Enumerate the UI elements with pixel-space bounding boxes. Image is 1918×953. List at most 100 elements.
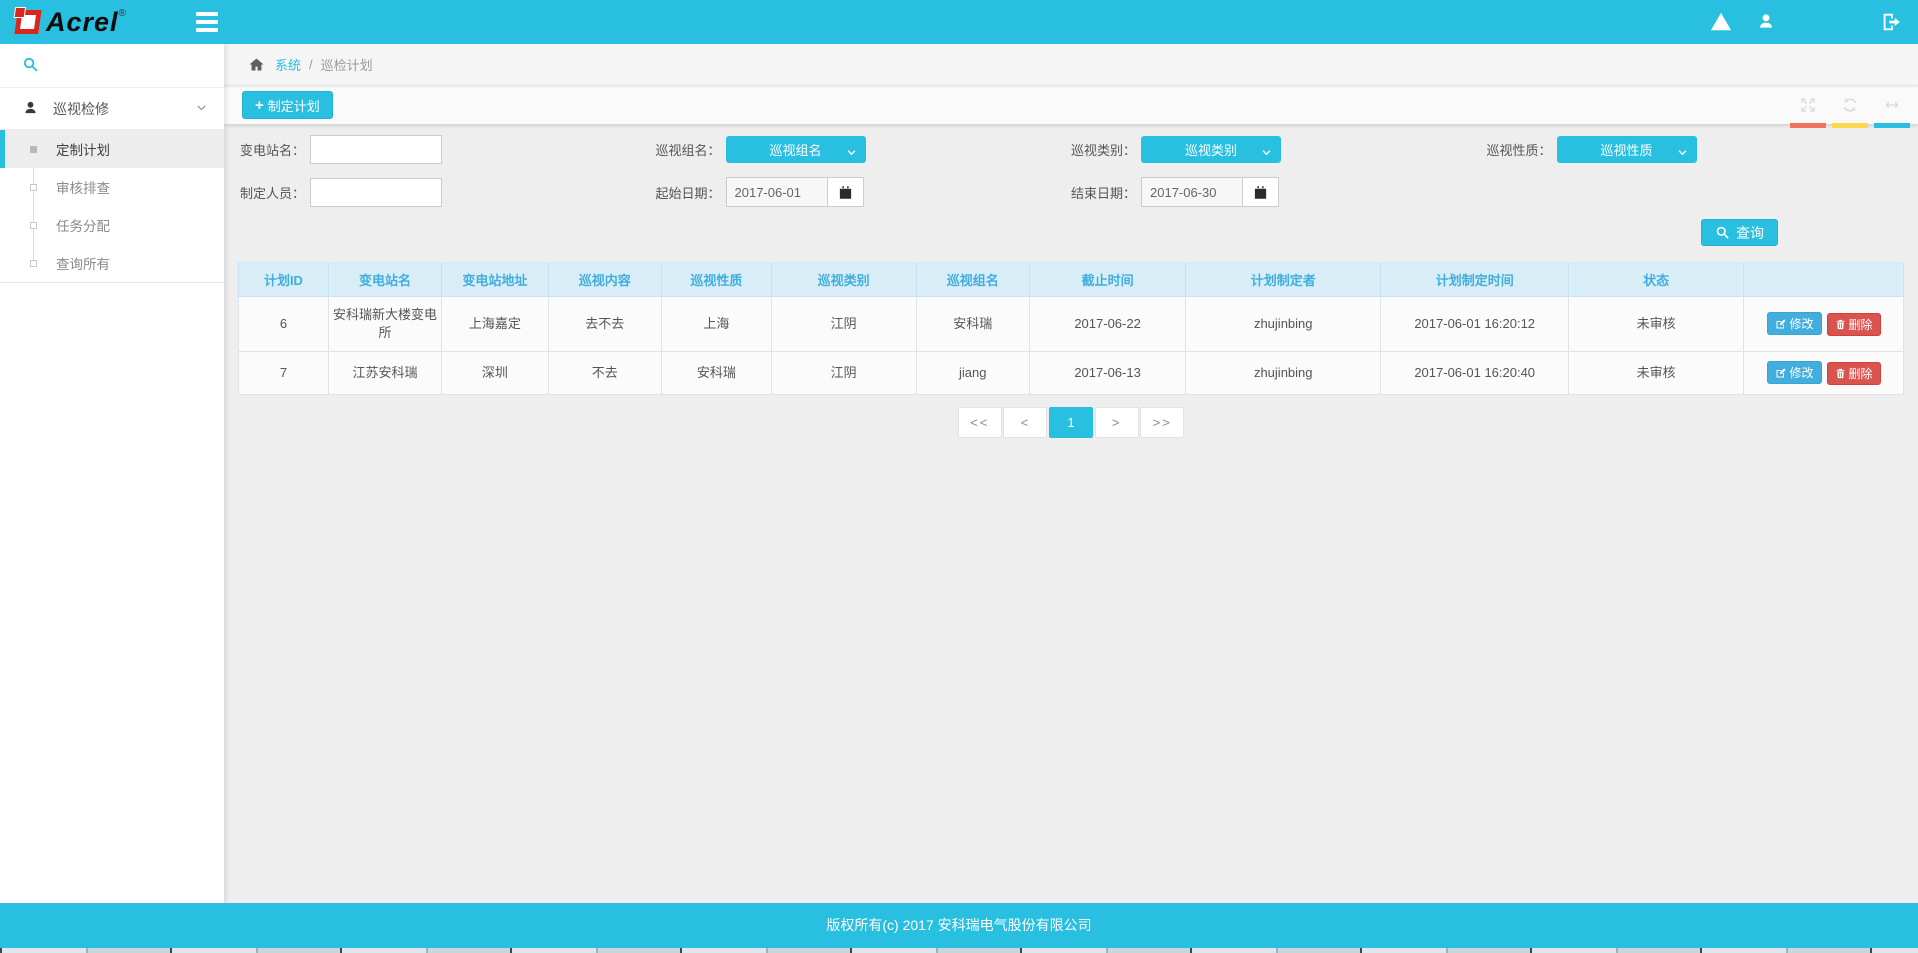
collapse-horizontal-icon[interactable] xyxy=(1872,86,1912,124)
field-end-date: 结束日期： xyxy=(1071,177,1487,207)
page-first-button[interactable]: << xyxy=(958,407,1002,438)
delete-button[interactable]: 删除 xyxy=(1827,313,1881,336)
col-station-address: 变电站地址 xyxy=(442,263,549,297)
trash-icon xyxy=(1835,319,1846,330)
acrel-logo: Acrel ® xyxy=(16,6,126,38)
page-last-button[interactable]: >> xyxy=(1140,407,1184,438)
page-1-button[interactable]: 1 xyxy=(1049,407,1093,438)
cell-actions: 修改 删除 xyxy=(1744,352,1904,395)
sidebar-item-custom-plan[interactable]: 定制计划 xyxy=(0,130,224,168)
filter-spacer xyxy=(1487,177,1903,207)
bullet-icon xyxy=(30,260,37,267)
cell-patrol-group: jiang xyxy=(916,352,1029,395)
taskbar-strip xyxy=(0,948,1918,953)
user-icon[interactable] xyxy=(1756,11,1778,33)
cell-created-time: 2017-06-01 16:20:12 xyxy=(1381,297,1569,352)
sidebar-item-label: 定制计划 xyxy=(56,139,110,159)
cell-patrol-content: 不去 xyxy=(548,352,661,395)
col-deadline: 截止时间 xyxy=(1029,263,1186,297)
sidebar: 巡视检修 定制计划 审核排查 任务分配 查询所有 xyxy=(0,44,224,903)
panel-controls xyxy=(1786,86,1912,124)
home-icon[interactable] xyxy=(248,56,265,76)
field-station-name: 变电站名： xyxy=(240,134,656,164)
edit-icon xyxy=(1775,367,1787,379)
edit-button[interactable]: 修改 xyxy=(1767,312,1822,335)
start-date-input[interactable] xyxy=(726,177,828,207)
page-prev-button[interactable]: < xyxy=(1003,407,1047,438)
start-date-label: 起始日期： xyxy=(656,183,721,202)
menu-toggle-icon[interactable] xyxy=(196,12,220,32)
breadcrumb-current: 巡检计划 xyxy=(321,55,373,74)
calendar-icon[interactable] xyxy=(828,177,864,207)
registered-mark: ® xyxy=(119,8,126,19)
trash-icon xyxy=(1835,368,1846,379)
cell-station-name: 江苏安科瑞 xyxy=(328,352,441,395)
cell-status: 未审核 xyxy=(1569,297,1744,352)
end-date-input[interactable] xyxy=(1141,177,1243,207)
sidebar-item-label: 任务分配 xyxy=(56,215,110,235)
calendar-icon[interactable] xyxy=(1243,177,1279,207)
edit-button-label: 修改 xyxy=(1790,364,1814,381)
logout-icon[interactable] xyxy=(1880,11,1902,33)
cell-status: 未审核 xyxy=(1569,352,1744,395)
field-creator: 制定人员： xyxy=(240,177,656,207)
expand-icon[interactable] xyxy=(1788,86,1828,124)
search-row: 查询 xyxy=(224,207,1918,256)
chevron-down-icon xyxy=(195,101,208,117)
cell-patrol-nature: 安科瑞 xyxy=(661,352,771,395)
query-button[interactable]: 查询 xyxy=(1701,219,1778,246)
sidebar-menu-label: 巡视检修 xyxy=(53,99,195,119)
create-plan-button[interactable]: + 制定计划 xyxy=(242,91,333,119)
col-patrol-nature: 巡视性质 xyxy=(661,263,771,297)
patrol-category-value: 巡视类别 xyxy=(1185,140,1237,159)
sidebar-item-label: 审核排查 xyxy=(56,177,110,197)
field-patrol-nature: 巡视性质： 巡视性质 xyxy=(1487,134,1903,164)
field-patrol-category: 巡视类别： 巡视类别 xyxy=(1071,134,1487,164)
patrol-nature-value: 巡视性质 xyxy=(1601,140,1653,159)
sidebar-menu-inspection[interactable]: 巡视检修 xyxy=(0,88,224,130)
cell-station-name: 安科瑞新大楼变电所 xyxy=(328,297,441,352)
cell-actions: 修改 删除 xyxy=(1744,297,1904,352)
edit-icon xyxy=(1775,318,1787,330)
toolbar: + 制定计划 xyxy=(224,86,1918,124)
main-content: + 制定计划 变电站名： 巡视组名： xyxy=(224,86,1918,903)
col-patrol-content: 巡视内容 xyxy=(548,263,661,297)
cell-patrol-content: 去不去 xyxy=(548,297,661,352)
col-patrol-group: 巡视组名 xyxy=(916,263,1029,297)
col-station-name: 变电站名 xyxy=(328,263,441,297)
sidebar-item-query-all[interactable]: 查询所有 xyxy=(0,244,224,282)
sidebar-search[interactable] xyxy=(0,44,224,88)
cell-station-address: 深圳 xyxy=(442,352,549,395)
patrol-category-select[interactable]: 巡视类别 xyxy=(1141,136,1281,163)
query-button-label: 查询 xyxy=(1736,223,1764,243)
bullet-icon xyxy=(30,222,37,229)
cell-patrol-category: 江阴 xyxy=(771,297,916,352)
cell-patrol-group: 安科瑞 xyxy=(916,297,1029,352)
acrel-logo-icon xyxy=(14,10,41,34)
col-creator: 计划制定者 xyxy=(1186,263,1381,297)
station-name-input[interactable] xyxy=(310,135,442,164)
col-actions xyxy=(1744,263,1904,297)
page: Acrel ® 巡视检修 xyxy=(0,0,1918,953)
breadcrumb-section[interactable]: 系统 xyxy=(275,55,301,74)
patrol-nature-select[interactable]: 巡视性质 xyxy=(1557,136,1697,163)
refresh-icon[interactable] xyxy=(1830,86,1870,124)
cell-patrol-nature: 上海 xyxy=(661,297,771,352)
logo-text: Acrel xyxy=(46,6,119,38)
sidebar-item-audit[interactable]: 审核排查 xyxy=(0,168,224,206)
sidebar-item-task-assign[interactable]: 任务分配 xyxy=(0,206,224,244)
alert-icon[interactable] xyxy=(1710,11,1732,33)
search-icon xyxy=(22,56,39,76)
page-next-button[interactable]: > xyxy=(1095,407,1139,438)
patrol-category-label: 巡视类别： xyxy=(1071,140,1136,159)
delete-button[interactable]: 删除 xyxy=(1827,362,1881,385)
col-status: 状态 xyxy=(1569,263,1744,297)
member-icon xyxy=(22,99,39,119)
cell-plan-id: 7 xyxy=(239,352,329,395)
pagination: << < 1 > >> xyxy=(224,407,1918,438)
patrol-nature-label: 巡视性质： xyxy=(1487,140,1552,159)
field-patrol-group: 巡视组名： 巡视组名 xyxy=(656,134,1072,164)
edit-button[interactable]: 修改 xyxy=(1767,361,1822,384)
creator-input[interactable] xyxy=(310,178,442,207)
patrol-group-select[interactable]: 巡视组名 xyxy=(726,136,866,163)
